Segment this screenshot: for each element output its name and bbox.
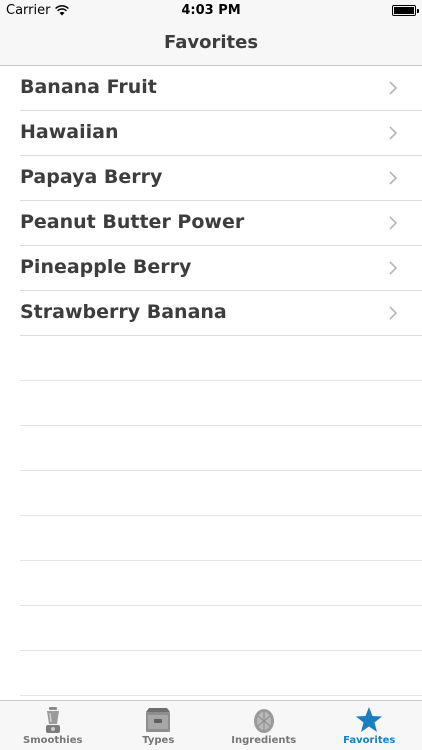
page-title: Favorites xyxy=(163,32,259,53)
list-item-label: Pineapple Berry xyxy=(20,256,192,278)
tab-types[interactable]: Types xyxy=(106,701,212,750)
tab-favorites[interactable]: Favorites xyxy=(317,701,422,750)
navigation-bar: Favorites xyxy=(0,22,422,66)
battery-level xyxy=(394,7,414,14)
empty-row xyxy=(20,471,422,516)
chevron-right-icon xyxy=(389,171,398,185)
list-item-label: Strawberry Banana xyxy=(20,301,227,323)
list-item[interactable]: Papaya Berry xyxy=(20,156,422,201)
empty-row xyxy=(20,381,422,426)
tab-label: Favorites xyxy=(343,735,396,746)
empty-row xyxy=(20,606,422,651)
tab-label: Ingredients xyxy=(231,735,297,746)
favorites-list: Banana Fruit Hawaiian Papaya Berry Peanu… xyxy=(0,66,422,696)
list-item-label: Peanut Butter Power xyxy=(20,211,245,233)
tab-ingredients[interactable]: Ingredients xyxy=(211,701,317,750)
tab-bar: Smoothies Types Ingredients Favorites xyxy=(0,700,422,750)
chevron-right-icon xyxy=(389,216,398,230)
list-item[interactable]: Hawaiian xyxy=(20,111,422,156)
battery-icon xyxy=(392,5,419,16)
list-item[interactable]: Strawberry Banana xyxy=(20,291,422,336)
empty-row xyxy=(20,516,422,561)
list-item-label: Hawaiian xyxy=(20,121,119,143)
empty-row xyxy=(20,426,422,471)
list-item[interactable]: Pineapple Berry xyxy=(20,246,422,291)
status-time: 4:03 PM xyxy=(181,3,241,18)
status-bar: Carrier 4:03 PM xyxy=(0,0,422,22)
blender-icon xyxy=(45,707,60,733)
list-item-label: Papaya Berry xyxy=(20,166,163,188)
star-icon xyxy=(356,707,383,732)
list-item-label: Banana Fruit xyxy=(20,76,157,98)
empty-row xyxy=(20,651,422,696)
tab-label: Types xyxy=(142,735,175,746)
chevron-right-icon xyxy=(389,126,398,140)
empty-row xyxy=(20,561,422,606)
empty-row xyxy=(20,336,422,381)
chevron-right-icon xyxy=(389,261,398,275)
chevron-right-icon xyxy=(389,306,398,320)
tab-smoothies[interactable]: Smoothies xyxy=(0,701,106,750)
filing-cabinet-icon xyxy=(146,708,171,732)
tab-label: Smoothies xyxy=(23,735,83,746)
list-item[interactable]: Banana Fruit xyxy=(20,66,422,111)
fruit-icon xyxy=(253,709,274,733)
chevron-right-icon xyxy=(389,81,398,95)
list-item[interactable]: Peanut Butter Power xyxy=(20,201,422,246)
